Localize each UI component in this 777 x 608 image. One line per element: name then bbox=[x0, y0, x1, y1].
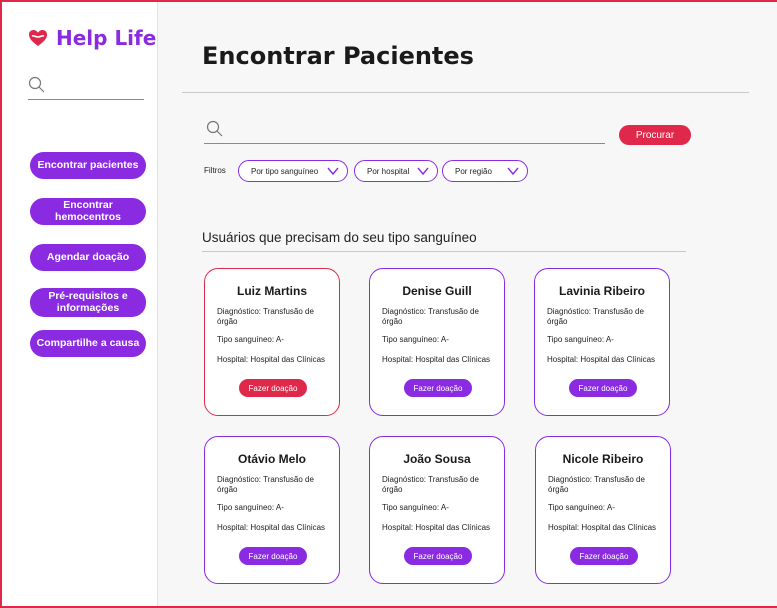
patient-card: Denise Guill Diagnóstico: Transfusão de … bbox=[369, 268, 505, 416]
patient-diagnosis: Diagnóstico: Transfusão de órgão bbox=[548, 475, 645, 494]
donate-button[interactable]: Fazer doação bbox=[239, 379, 307, 397]
filters-label: Filtros bbox=[204, 166, 226, 175]
patient-hospital: Hospital: Hospital das Clínicas bbox=[382, 523, 491, 532]
nav-schedule-donation-button[interactable]: Agendar doação bbox=[30, 244, 146, 271]
patient-hospital: Hospital: Hospital das Clínicas bbox=[548, 523, 657, 532]
divider bbox=[202, 251, 686, 252]
donate-button[interactable]: Fazer doação bbox=[404, 379, 472, 397]
patient-card: Nicole Ribeiro Diagnóstico: Transfusão d… bbox=[535, 436, 671, 584]
donate-button[interactable]: Fazer doação bbox=[404, 547, 472, 565]
patient-hospital: Hospital: Hospital das Clínicas bbox=[217, 523, 326, 532]
patient-name: Otávio Melo bbox=[237, 452, 306, 466]
patient-name: Denise Guill bbox=[402, 284, 472, 298]
nav-label: Compartilhe a causa bbox=[36, 336, 140, 349]
patient-name: Lavinia Ribeiro bbox=[558, 284, 646, 298]
sidebar: Help Life Encontrar pacientes Encontrar … bbox=[2, 2, 158, 606]
nav-find-patients-button[interactable]: Encontrar pacientes bbox=[30, 152, 146, 179]
search-icon bbox=[206, 120, 223, 137]
donate-button[interactable]: Fazer doação bbox=[239, 547, 307, 565]
filter-label: Por hospital bbox=[367, 166, 410, 176]
patient-blood-type: Tipo sanguíneo: A- bbox=[217, 503, 284, 512]
divider bbox=[182, 92, 749, 93]
logo[interactable]: Help Life bbox=[28, 26, 156, 50]
patient-name: Nicole Ribeiro bbox=[562, 452, 644, 466]
nav-requirements-button[interactable]: Pré-requisitos e informações bbox=[30, 288, 146, 317]
nav-label: Agendar doação bbox=[46, 250, 130, 263]
patient-search-input[interactable] bbox=[204, 118, 605, 144]
app-name: Help Life bbox=[56, 26, 157, 50]
patient-blood-type: Tipo sanguíneo: A- bbox=[382, 335, 449, 344]
nav-label: Encontrar hemocentros bbox=[55, 199, 121, 223]
patient-name: Luiz Martins bbox=[236, 284, 307, 298]
chevron-down-icon bbox=[507, 167, 519, 176]
search-icon bbox=[28, 76, 45, 93]
nav-find-blood-centers-button[interactable]: Encontrar hemocentros bbox=[30, 198, 146, 225]
patient-hospital: Hospital: Hospital das Clínicas bbox=[547, 355, 656, 364]
patient-diagnosis: Diagnóstico: Transfusão de órgão bbox=[382, 307, 479, 326]
patient-diagnosis: Diagnóstico: Transfusão de órgão bbox=[382, 475, 479, 494]
nav-label: Encontrar pacientes bbox=[37, 158, 139, 171]
chevron-down-icon bbox=[417, 167, 429, 176]
filter-blood-type[interactable]: Por tipo sanguíneo bbox=[238, 160, 348, 182]
patient-hospital: Hospital: Hospital das Clínicas bbox=[382, 355, 491, 364]
donate-button[interactable]: Fazer doação bbox=[569, 379, 637, 397]
patient-diagnosis: Diagnóstico: Transfusão de órgão bbox=[217, 475, 314, 494]
sidebar-search-input[interactable] bbox=[28, 76, 144, 100]
patient-card: Luiz Martins Diagnóstico: Transfusão de … bbox=[204, 268, 340, 416]
nav-share-cause-button[interactable]: Compartilhe a causa bbox=[30, 330, 146, 357]
patient-diagnosis: Diagnóstico: Transfusão de órgão bbox=[547, 307, 644, 326]
patient-hospital: Hospital: Hospital das Clínicas bbox=[217, 355, 326, 364]
section-title: Usuários que precisam do seu tipo sanguí… bbox=[202, 230, 477, 245]
search-button[interactable]: Procurar bbox=[619, 125, 691, 145]
patient-blood-type: Tipo sanguíneo: A- bbox=[217, 335, 284, 344]
heart-icon bbox=[29, 30, 47, 46]
patient-card: Otávio Melo Diagnóstico: Transfusão de ó… bbox=[204, 436, 340, 584]
patient-card: João Sousa Diagnóstico: Transfusão de ór… bbox=[369, 436, 505, 584]
patient-card: Lavinia Ribeiro Diagnóstico: Transfusão … bbox=[534, 268, 670, 416]
page-title: Encontrar Pacientes bbox=[202, 42, 474, 70]
filter-label: Por tipo sanguíneo bbox=[251, 166, 319, 176]
chevron-down-icon bbox=[327, 167, 339, 176]
donate-button[interactable]: Fazer doação bbox=[570, 547, 638, 565]
nav-label: Pré-requisitos e informações bbox=[48, 290, 128, 314]
filter-label: Por região bbox=[455, 166, 492, 176]
patient-blood-type: Tipo sanguíneo: A- bbox=[547, 335, 614, 344]
filter-hospital[interactable]: Por hospital bbox=[354, 160, 438, 182]
patient-blood-type: Tipo sanguíneo: A- bbox=[382, 503, 449, 512]
filter-region[interactable]: Por região bbox=[442, 160, 528, 182]
patient-diagnosis: Diagnóstico: Transfusão de órgão bbox=[217, 307, 314, 326]
patient-name: João Sousa bbox=[403, 452, 471, 466]
patient-blood-type: Tipo sanguíneo: A- bbox=[548, 503, 615, 512]
